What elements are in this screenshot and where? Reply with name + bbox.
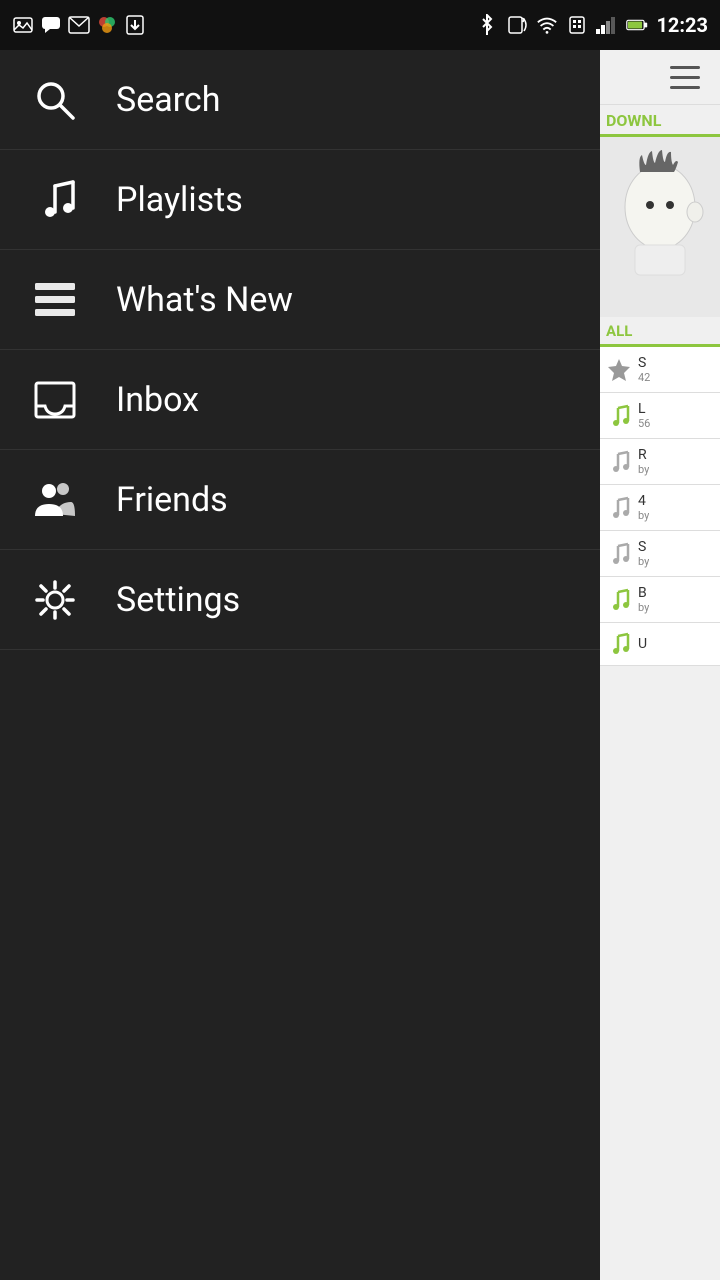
- list-item-sub: by: [638, 463, 649, 476]
- drawer-item-settings[interactable]: Settings: [0, 550, 600, 650]
- list-item[interactable]: S by: [600, 531, 720, 577]
- inbox-label: Inbox: [116, 380, 199, 420]
- music-note-green-icon-3: [606, 631, 632, 657]
- list-view-icon: [30, 275, 80, 325]
- list-item-info: 4 by: [638, 493, 649, 522]
- list-item-info: B by: [638, 585, 649, 614]
- list-item-title: 4: [638, 493, 649, 509]
- hamburger-line-1: [670, 66, 700, 69]
- list-item-info: L 56: [638, 401, 650, 430]
- list-item-title: U: [638, 636, 647, 652]
- music-note-gray-icon: [606, 449, 632, 475]
- music-note-green-icon-2: [606, 587, 632, 613]
- list-item-title: L: [638, 401, 650, 417]
- list-item-title: S: [638, 539, 649, 555]
- music-note-gray-icon-2: [606, 495, 632, 521]
- search-label: Search: [116, 80, 220, 120]
- list-item[interactable]: 4 by: [600, 485, 720, 531]
- signal-icon: [596, 14, 618, 36]
- list-item-sub: by: [638, 555, 649, 568]
- music-note-green-icon: [606, 403, 632, 429]
- downloads-tab-label[interactable]: DOWNL: [606, 111, 714, 134]
- list-item-sub: by: [638, 601, 649, 614]
- download-icon: [124, 14, 146, 36]
- list-item-title: S: [638, 355, 650, 371]
- screen-rotate-icon: [506, 14, 528, 36]
- drawer-item-whats-new[interactable]: What's New: [0, 250, 600, 350]
- playlists-label: Playlists: [116, 180, 243, 220]
- status-icons-right: 12:23: [476, 13, 708, 37]
- search-icon: [30, 75, 80, 125]
- music-note-icon: [30, 175, 80, 225]
- list-item-title: B: [638, 585, 649, 601]
- right-panel: DOWNL ALL: [600, 50, 720, 1280]
- gear-icon: [30, 575, 80, 625]
- talk-icon: [40, 14, 62, 36]
- right-track-list: S 42 L 56: [600, 347, 720, 666]
- main-layout: Search Playlists: [0, 50, 720, 1280]
- whats-new-label: What's New: [116, 280, 293, 320]
- drawer-item-playlists[interactable]: Playlists: [0, 150, 600, 250]
- wifi-icon: [536, 14, 558, 36]
- battery-icon: [626, 14, 648, 36]
- all-tab-label[interactable]: ALL: [606, 322, 632, 340]
- list-item[interactable]: B by: [600, 577, 720, 623]
- drawer-item-inbox[interactable]: Inbox: [0, 350, 600, 450]
- hamburger-line-2: [670, 76, 700, 79]
- drawer-item-friends[interactable]: Friends: [0, 450, 600, 550]
- colorful-app-icon: [96, 14, 118, 36]
- list-item-sub: 56: [638, 417, 650, 430]
- list-item-info: S 42: [638, 355, 650, 384]
- navigation-drawer: Search Playlists: [0, 50, 600, 1280]
- star-icon: [606, 357, 632, 383]
- drawer-item-search[interactable]: Search: [0, 50, 600, 150]
- list-item[interactable]: U: [600, 623, 720, 666]
- list-item-info: R by: [638, 447, 649, 476]
- sim-icon: [566, 14, 588, 36]
- list-item-sub: 42: [638, 371, 650, 384]
- status-icons-left: [12, 14, 146, 36]
- list-item[interactable]: S 42: [600, 347, 720, 393]
- inbox-icon: [30, 375, 80, 425]
- people-icon: [30, 475, 80, 525]
- friends-label: Friends: [116, 480, 228, 520]
- list-item[interactable]: L 56: [600, 393, 720, 439]
- album-art-thumbnail: [600, 137, 720, 317]
- list-item[interactable]: R by: [600, 439, 720, 485]
- hamburger-line-3: [670, 86, 700, 89]
- status-time: 12:23: [656, 13, 708, 37]
- status-bar: 12:23: [0, 0, 720, 50]
- gmail-icon: [68, 14, 90, 36]
- bluetooth-icon: [476, 14, 498, 36]
- settings-label: Settings: [116, 580, 240, 620]
- right-panel-header: [600, 50, 720, 105]
- list-item-info: S by: [638, 539, 649, 568]
- list-item-title: R: [638, 447, 649, 463]
- gallery-icon: [12, 14, 34, 36]
- hamburger-menu-button[interactable]: [660, 52, 710, 102]
- music-note-gray-icon-3: [606, 541, 632, 567]
- list-item-info: U: [638, 636, 647, 652]
- list-item-sub: by: [638, 509, 649, 522]
